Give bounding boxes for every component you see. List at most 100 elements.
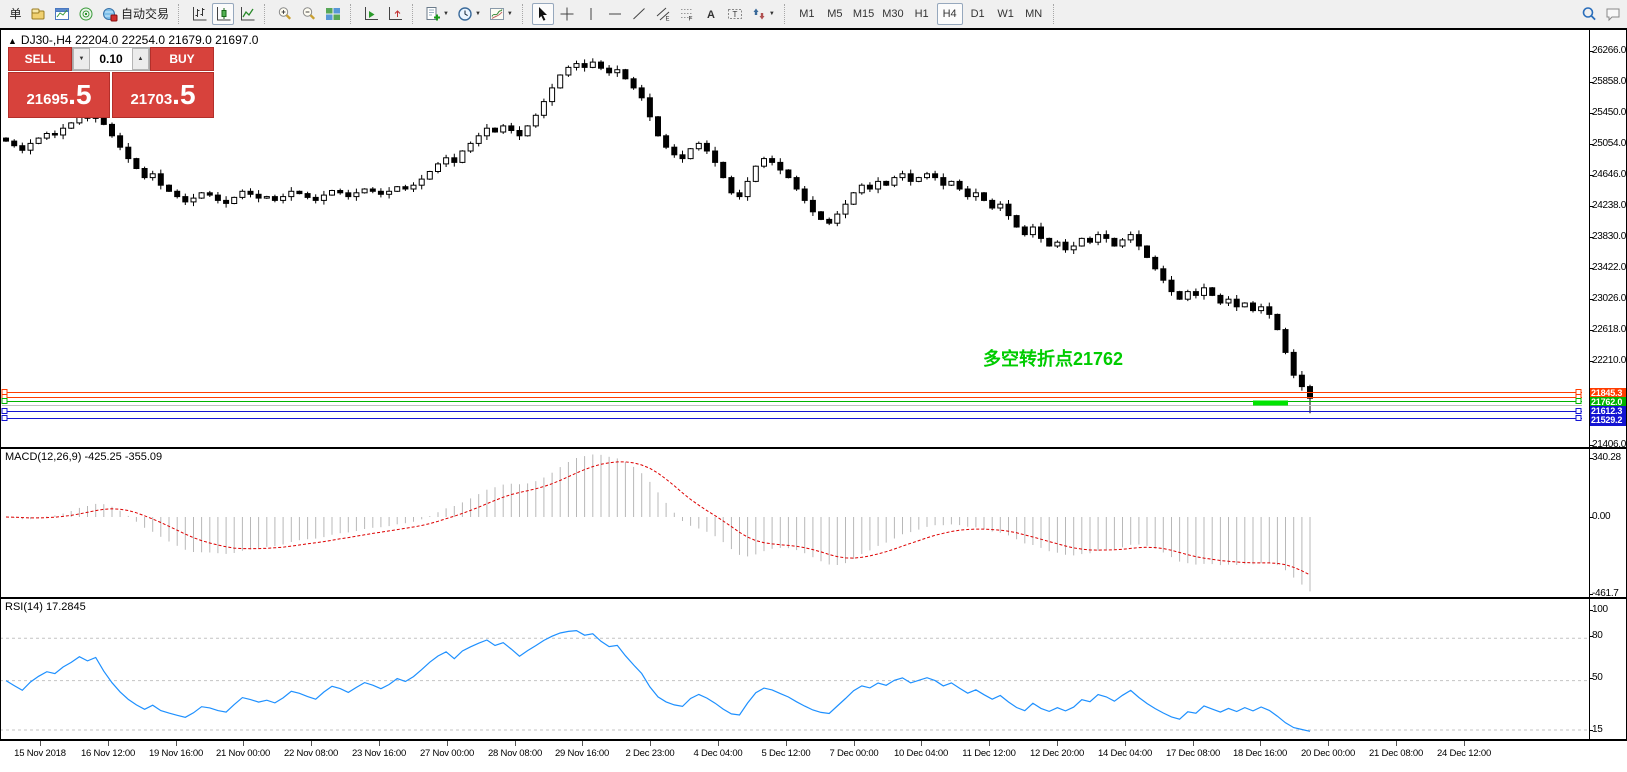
time-axis-label[interactable]: 21 Dec 08:00 — [1369, 748, 1423, 759]
time-axis-label[interactable]: 24 Dec 12:00 — [1437, 748, 1491, 759]
auto-scroll-icon[interactable] — [360, 3, 382, 25]
timeframe-m15[interactable]: M15 — [850, 3, 877, 25]
time-axis-label[interactable]: 16 Nov 12:00 — [81, 748, 135, 759]
price-axis-label: 25858.0 — [1592, 76, 1626, 88]
chart-symbol-period: DJ30-,H4 — [21, 33, 72, 47]
price-axis-label: 26266.0 — [1592, 45, 1626, 57]
dropdown-caret-icon[interactable]: ▼ — [769, 11, 775, 17]
period-clock-icon-glyph — [457, 6, 473, 22]
buy-button[interactable]: BUY — [150, 47, 214, 71]
sell-price[interactable]: 21695.5 — [8, 72, 110, 118]
equidistant-channel-icon[interactable]: E — [652, 3, 674, 25]
sell-button[interactable]: SELL — [8, 47, 72, 71]
autotrading-button[interactable]: 自动交易 — [99, 3, 172, 25]
search-icon[interactable] — [1578, 3, 1600, 25]
timeframe-m5[interactable]: M5 — [822, 3, 848, 25]
macd-axis-label: -461.7 — [1592, 588, 1626, 600]
time-axis-label[interactable]: 23 Nov 16:00 — [352, 748, 406, 759]
timeframe-h4[interactable]: H4 — [937, 3, 963, 25]
time-axis-tick — [1464, 741, 1465, 746]
macd-rsi-separator[interactable] — [0, 597, 1627, 599]
arrows-icon[interactable]: ▼ — [748, 3, 778, 25]
crosshair-icon[interactable] — [556, 3, 578, 25]
time-axis-label[interactable]: 28 Nov 08:00 — [488, 748, 542, 759]
chart-window: ▲ DJ30-,H4 22204.0 22254.0 21679.0 21697.… — [0, 28, 1627, 772]
text-label-icon[interactable]: T — [724, 3, 746, 25]
timeframe-mn[interactable]: MN — [1021, 3, 1047, 25]
chart-ohlc-values: 22204.0 22254.0 21679.0 21697.0 — [75, 33, 259, 47]
text-icon[interactable]: A — [700, 3, 722, 25]
time-axis-tick — [854, 741, 855, 746]
time-axis-label[interactable]: 22 Nov 08:00 — [284, 748, 338, 759]
time-axis-label[interactable]: 12 Dec 20:00 — [1030, 748, 1084, 759]
arrows-icon-glyph — [751, 6, 767, 22]
time-axis-label[interactable]: 11 Dec 12:00 — [962, 748, 1015, 759]
price-chart-canvas[interactable] — [0, 30, 1589, 447]
terminal-icon[interactable] — [27, 3, 49, 25]
rsi-header: RSI(14) 17.2845 — [5, 601, 86, 613]
fibonacci-icon[interactable]: F — [676, 3, 698, 25]
volume-increase-button[interactable]: ▲ — [132, 48, 149, 70]
dropdown-caret-icon[interactable]: ▼ — [507, 11, 513, 17]
time-axis-label[interactable]: 7 Dec 00:00 — [829, 748, 878, 759]
new-chart-window-icon[interactable] — [51, 3, 73, 25]
candlestick-type-icon[interactable] — [212, 3, 234, 25]
macd-pane-canvas[interactable] — [0, 449, 1589, 597]
time-axis-label[interactable]: 10 Dec 04:00 — [894, 748, 948, 759]
rsi-pane-canvas[interactable] — [0, 599, 1589, 739]
toolbar: 单 自动交易 ▼ ▼ ▼ EFAT ▼ M1M5M15M30H1H4D1W1MN — [0, 0, 1627, 27]
line-chart-type-icon[interactable] — [236, 3, 258, 25]
cursor-icon[interactable] — [532, 3, 554, 25]
horizontal-line-icon-glyph — [607, 6, 623, 22]
dropdown-caret-icon[interactable]: ▼ — [475, 11, 481, 17]
price-macd-separator[interactable] — [0, 447, 1627, 449]
trendline-icon[interactable] — [628, 3, 650, 25]
zoom-out-icon[interactable] — [298, 3, 320, 25]
time-axis-tick — [1328, 741, 1329, 746]
chat-icon[interactable] — [1602, 3, 1624, 25]
time-axis-label[interactable]: 27 Nov 00:00 — [420, 748, 474, 759]
volume-decrease-button[interactable]: ▼ — [73, 48, 90, 70]
time-axis-label[interactable]: 18 Dec 16:00 — [1233, 748, 1287, 759]
time-axis-label[interactable]: 5 Dec 12:00 — [761, 748, 810, 759]
time-axis-label[interactable]: 17 Dec 08:00 — [1166, 748, 1220, 759]
time-axis-label[interactable]: 15 Nov 2018 — [14, 748, 66, 759]
price-axis-label: 24238.0 — [1592, 200, 1626, 212]
dropdown-caret-icon[interactable]: ▼ — [443, 11, 449, 17]
collapse-icon[interactable]: ▲ — [8, 36, 17, 46]
time-axis-tick — [311, 741, 312, 746]
volume-field[interactable]: 0.10 — [90, 48, 132, 70]
price-axis-label: 23830.0 — [1592, 231, 1626, 243]
tile-windows-icon[interactable] — [322, 3, 344, 25]
time-axis-label[interactable]: 20 Dec 00:00 — [1301, 748, 1355, 759]
new-order-button[interactable]: 单 — [3, 3, 25, 25]
timeframe-w1[interactable]: W1 — [993, 3, 1019, 25]
time-axis-label[interactable]: 14 Dec 04:00 — [1098, 748, 1152, 759]
time-axis-label[interactable]: 19 Nov 16:00 — [149, 748, 203, 759]
vertical-line-icon[interactable] — [580, 3, 602, 25]
time-axis-tick — [718, 741, 719, 746]
chart-shift-icon[interactable] — [384, 3, 406, 25]
time-axis-label[interactable]: 4 Dec 04:00 — [693, 748, 742, 759]
time-axis-tick — [1396, 741, 1397, 746]
toolbar-separator — [350, 4, 355, 24]
time-axis-label[interactable]: 21 Nov 00:00 — [216, 748, 270, 759]
timeframe-m30[interactable]: M30 — [879, 3, 906, 25]
rsi-axis-label: 15 — [1592, 724, 1626, 736]
new-chart-plus-icon[interactable]: ▼ — [422, 3, 452, 25]
time-axis-label[interactable]: 2 Dec 23:00 — [625, 748, 674, 759]
timeframe-h1[interactable]: H1 — [909, 3, 935, 25]
templates-icon[interactable]: ▼ — [486, 3, 516, 25]
bar-chart-type-icon[interactable] — [188, 3, 210, 25]
time-axis-label[interactable]: 29 Nov 16:00 — [555, 748, 609, 759]
zoom-in-icon[interactable] — [274, 3, 296, 25]
period-clock-icon[interactable]: ▼ — [454, 3, 484, 25]
buy-price-main: 21703 — [130, 91, 172, 108]
buy-price[interactable]: 21703.5 — [112, 72, 214, 118]
market-watch-icon[interactable] — [75, 3, 97, 25]
timeframe-d1[interactable]: D1 — [965, 3, 991, 25]
horizontal-line-icon[interactable] — [604, 3, 626, 25]
equidistant-channel-icon-glyph: E — [655, 6, 671, 22]
timeframe-m1[interactable]: M1 — [794, 3, 820, 25]
toolbar-separator — [412, 4, 417, 24]
